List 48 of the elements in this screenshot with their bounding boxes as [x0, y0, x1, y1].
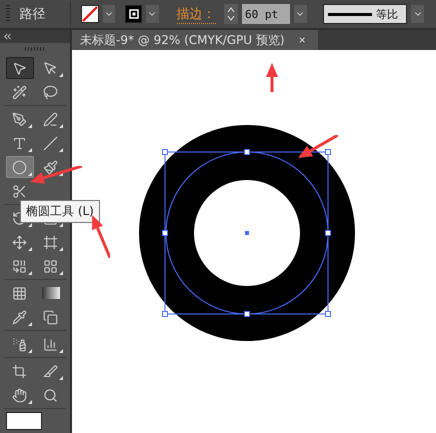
mesh-icon: [12, 286, 27, 300]
pen-icon: [43, 112, 58, 126]
profile-dropdown[interactable]: 等比: [322, 4, 408, 24]
fill-swatch[interactable]: [6, 412, 42, 430]
zoom-icon: [43, 388, 58, 402]
spray-can-icon: [12, 336, 27, 352]
eyedropper-icon: [12, 310, 27, 324]
move-icon: [12, 234, 27, 250]
stroke-spinner[interactable]: [224, 4, 238, 24]
collapse-icon[interactable]: [2, 31, 13, 42]
column-graph-icon: [43, 336, 58, 352]
paintbrush-icon: [43, 160, 58, 174]
gradient-icon: [42, 287, 60, 299]
ellipse-icon: [12, 160, 27, 174]
pen-icon: [12, 112, 27, 126]
stroke-weight-dropdown[interactable]: [294, 5, 307, 23]
annotation-arrow: [92, 215, 110, 258]
annotation-arrow: [298, 135, 338, 158]
fill-swatch[interactable]: [80, 5, 99, 23]
panel-grip[interactable]: [25, 47, 45, 51]
lasso-icon: [43, 84, 58, 100]
stroke-dropdown[interactable]: [146, 5, 159, 23]
fill-dropdown[interactable]: [102, 5, 116, 23]
document-title: 未标题-9* @ 92% (CMYK/GPU 预览): [80, 32, 285, 48]
wand-icon: [12, 84, 27, 100]
document-tab[interactable]: 未标题-9* @ 92% (CMYK/GPU 预览) ×: [72, 30, 318, 50]
tool-button[interactable]: [6, 57, 34, 79]
annotation-arrow: [30, 166, 82, 184]
stroke-swatch[interactable]: [125, 5, 142, 23]
line-icon: [43, 136, 58, 150]
close-button[interactable]: ×: [294, 33, 310, 47]
artboard-icon: [12, 364, 27, 378]
pointer-icon: [43, 60, 58, 76]
type-icon: [12, 136, 27, 150]
combine-icon: [12, 258, 27, 274]
frame-icon: [43, 234, 58, 250]
pointer-icon: [12, 60, 27, 76]
scissors-icon: [12, 184, 27, 198]
stroke-label[interactable]: 描边：: [176, 4, 216, 24]
selection-type-label: 路径: [20, 6, 46, 23]
tool-tooltip: 椭圆工具 (L): [20, 200, 100, 223]
grid-icon: [43, 258, 58, 274]
stroke-weight-field[interactable]: 60 pt: [242, 4, 290, 24]
knife-icon: [43, 364, 58, 378]
blend-icon: [43, 310, 58, 324]
panel-grip[interactable]: [6, 5, 10, 23]
annotation-arrow: [266, 63, 278, 92]
hand-icon: [12, 388, 27, 402]
